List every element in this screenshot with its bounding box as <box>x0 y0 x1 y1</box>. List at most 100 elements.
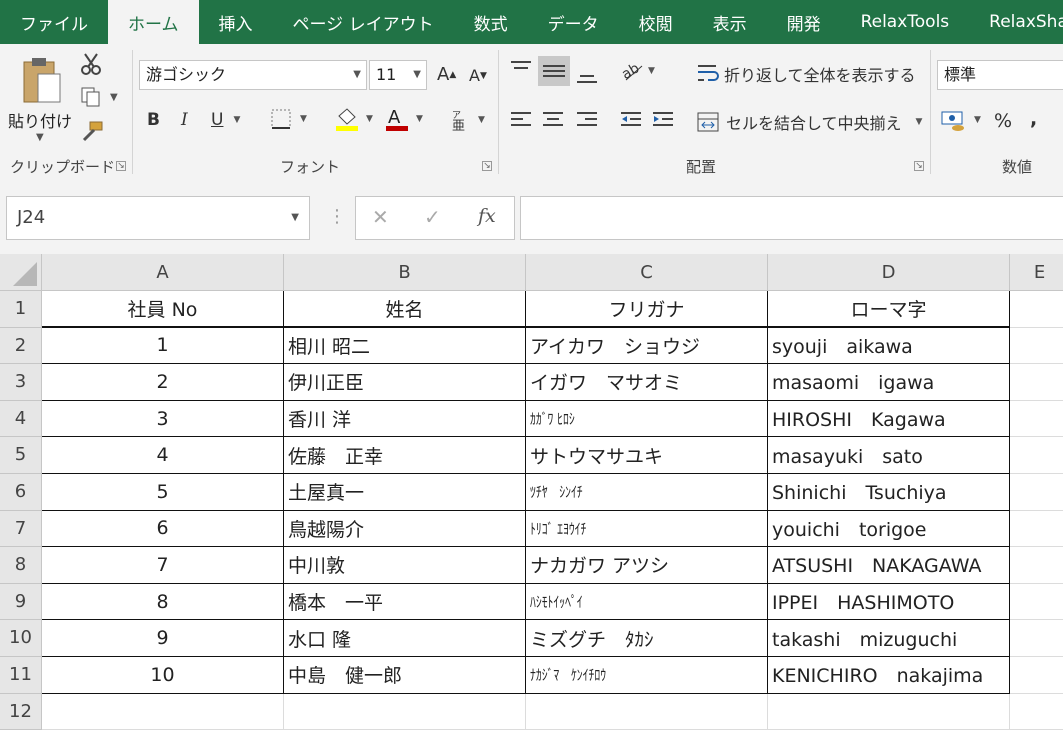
table-cell[interactable]: アイカワ ショウジ <box>526 327 768 365</box>
table-cell[interactable]: ミズグチ ﾀｶｼ <box>526 620 768 657</box>
formula-input[interactable] <box>520 196 1063 240</box>
align-left-button[interactable] <box>508 108 534 136</box>
name-box[interactable]: J24 ▼ <box>6 196 310 240</box>
font-color-button[interactable]: A ▼ <box>384 106 423 132</box>
decrease-font-size-button[interactable]: A ▼ <box>469 66 487 85</box>
table-cell[interactable] <box>1010 694 1063 731</box>
table-cell[interactable] <box>768 693 1010 731</box>
table-cell[interactable] <box>1010 584 1063 621</box>
table-cell[interactable]: 橋本 一平 <box>284 583 526 621</box>
column-header-e[interactable]: E <box>1010 254 1063 291</box>
tab-4[interactable]: 数式 <box>454 0 528 44</box>
table-cell[interactable]: takashi mizuguchi <box>768 620 1010 657</box>
paste-button[interactable]: 貼り付け ▼ <box>6 52 74 152</box>
merge-center-button[interactable]: セルを結合して中央揃え ▼ <box>696 110 922 134</box>
table-cell[interactable]: 水口 隆 <box>284 620 526 657</box>
row-header-9[interactable]: 9 <box>0 583 42 621</box>
table-cell[interactable]: ｶｶﾞﾜ ﾋﾛｼ <box>526 400 768 438</box>
enter-check-icon[interactable]: ✓ <box>424 205 441 229</box>
table-cell[interactable] <box>284 693 526 731</box>
table-cell[interactable]: masaomi igawa <box>768 364 1010 401</box>
table-cell[interactable] <box>1010 511 1063 548</box>
table-cell[interactable]: 6 <box>42 510 284 548</box>
cancel-icon[interactable]: ✕ <box>372 205 389 229</box>
column-header-b[interactable]: B <box>284 254 526 291</box>
table-cell[interactable]: KENICHIRO nakajima <box>768 657 1010 694</box>
table-cell[interactable]: 9 <box>42 620 284 657</box>
table-cell[interactable]: ﾅｶｼﾞﾏ ｹﾝｲﾁﾛｳ <box>526 657 768 694</box>
percent-style-button[interactable]: % <box>994 110 1012 132</box>
row-header-8[interactable]: 8 <box>0 547 42 584</box>
tab-7[interactable]: 表示 <box>693 0 767 44</box>
table-cell[interactable] <box>526 693 768 731</box>
table-cell[interactable]: 土屋真一 <box>284 474 526 511</box>
table-cell[interactable] <box>1010 364 1063 401</box>
table-cell[interactable]: IPPEI HASHIMOTO <box>768 583 1010 621</box>
italic-button[interactable]: I <box>181 110 188 130</box>
table-cell[interactable]: ﾂﾁﾔ ｼﾝｲﾁ <box>526 474 768 511</box>
table-cell[interactable]: syouji aikawa <box>768 327 1010 365</box>
align-middle-button[interactable] <box>538 56 570 86</box>
table-cell[interactable]: Shinichi Tsuchiya <box>768 474 1010 511</box>
table-cell[interactable] <box>1010 328 1063 365</box>
row-header-11[interactable]: 11 <box>0 657 42 694</box>
table-cell[interactable]: サトウマサユキ <box>526 437 768 474</box>
phonetic-guide-button[interactable]: ア亜 ▼ <box>450 108 485 132</box>
table-cell[interactable] <box>1010 474 1063 511</box>
table-cell[interactable]: 佐藤 正幸 <box>284 437 526 474</box>
fill-color-button[interactable]: ▼ <box>334 106 373 132</box>
header-cell[interactable]: 社員 No <box>42 291 284 328</box>
row-header-4[interactable]: 4 <box>0 400 42 438</box>
increase-indent-button[interactable] <box>650 108 676 136</box>
dialog-launcher-icon[interactable]: ↘ <box>482 161 492 171</box>
table-cell[interactable]: 4 <box>42 437 284 474</box>
table-cell[interactable] <box>1010 437 1063 474</box>
column-header-d[interactable]: D <box>768 254 1010 291</box>
table-cell[interactable] <box>42 693 284 731</box>
table-cell[interactable]: ATSUSHI NAKAGAWA <box>768 547 1010 584</box>
row-header-2[interactable]: 2 <box>0 327 42 365</box>
font-size-dropdown[interactable]: 11 ▼ <box>369 60 427 90</box>
column-header-c[interactable]: C <box>526 254 768 291</box>
decrease-indent-button[interactable] <box>618 108 644 136</box>
align-bottom-button[interactable] <box>574 60 600 90</box>
formula-bar-splitter[interactable]: ⋮ <box>328 206 346 227</box>
tab-10[interactable]: RelaxShapes <box>969 0 1063 44</box>
select-all-button[interactable] <box>0 254 42 291</box>
table-cell[interactable]: 鳥越陽介 <box>284 510 526 548</box>
table-cell[interactable]: 相川 昭二 <box>284 327 526 365</box>
row-header-5[interactable]: 5 <box>0 437 42 474</box>
align-center-button[interactable] <box>540 108 566 136</box>
table-cell[interactable] <box>1010 401 1063 438</box>
table-cell[interactable]: 1 <box>42 327 284 365</box>
align-top-button[interactable] <box>508 58 534 86</box>
dialog-launcher-icon[interactable]: ↘ <box>116 161 126 171</box>
table-cell[interactable]: 香川 洋 <box>284 400 526 438</box>
table-cell[interactable]: 7 <box>42 547 284 584</box>
tab-5[interactable]: データ <box>528 0 619 44</box>
row-header-6[interactable]: 6 <box>0 474 42 511</box>
table-cell[interactable]: 10 <box>42 657 284 694</box>
bold-button[interactable]: B <box>147 110 160 130</box>
increase-font-size-button[interactable]: A ▲ <box>437 64 456 85</box>
tab-9[interactable]: RelaxTools <box>841 0 970 44</box>
format-painter-button[interactable] <box>80 120 104 146</box>
underline-button[interactable]: U ▼ <box>211 110 240 130</box>
table-cell[interactable] <box>1010 547 1063 584</box>
table-cell[interactable]: ﾄﾘｺﾞ ｴﾖｳｲﾁ <box>526 510 768 548</box>
tab-0[interactable]: ファイル <box>0 0 108 44</box>
table-cell[interactable]: masayuki sato <box>768 437 1010 474</box>
number-format-dropdown[interactable]: 標準 <box>937 60 1063 90</box>
font-name-dropdown[interactable]: 游ゴシック ▼ <box>139 60 367 90</box>
row-header-10[interactable]: 10 <box>0 620 42 657</box>
copy-button[interactable]: ▼ <box>80 86 118 108</box>
table-cell[interactable]: 3 <box>42 400 284 438</box>
wrap-text-button[interactable]: 折り返して全体を表示する <box>696 62 916 86</box>
column-header-a[interactable]: A <box>42 254 284 291</box>
table-cell[interactable]: 5 <box>42 474 284 511</box>
header-cell[interactable]: ローマ字 <box>768 291 1010 328</box>
table-cell[interactable] <box>1010 291 1063 328</box>
table-cell[interactable]: youichi torigoe <box>768 510 1010 548</box>
table-cell[interactable]: ﾊｼﾓﾄｲｯﾍﾟｲ <box>526 583 768 621</box>
cut-button[interactable] <box>80 52 102 80</box>
